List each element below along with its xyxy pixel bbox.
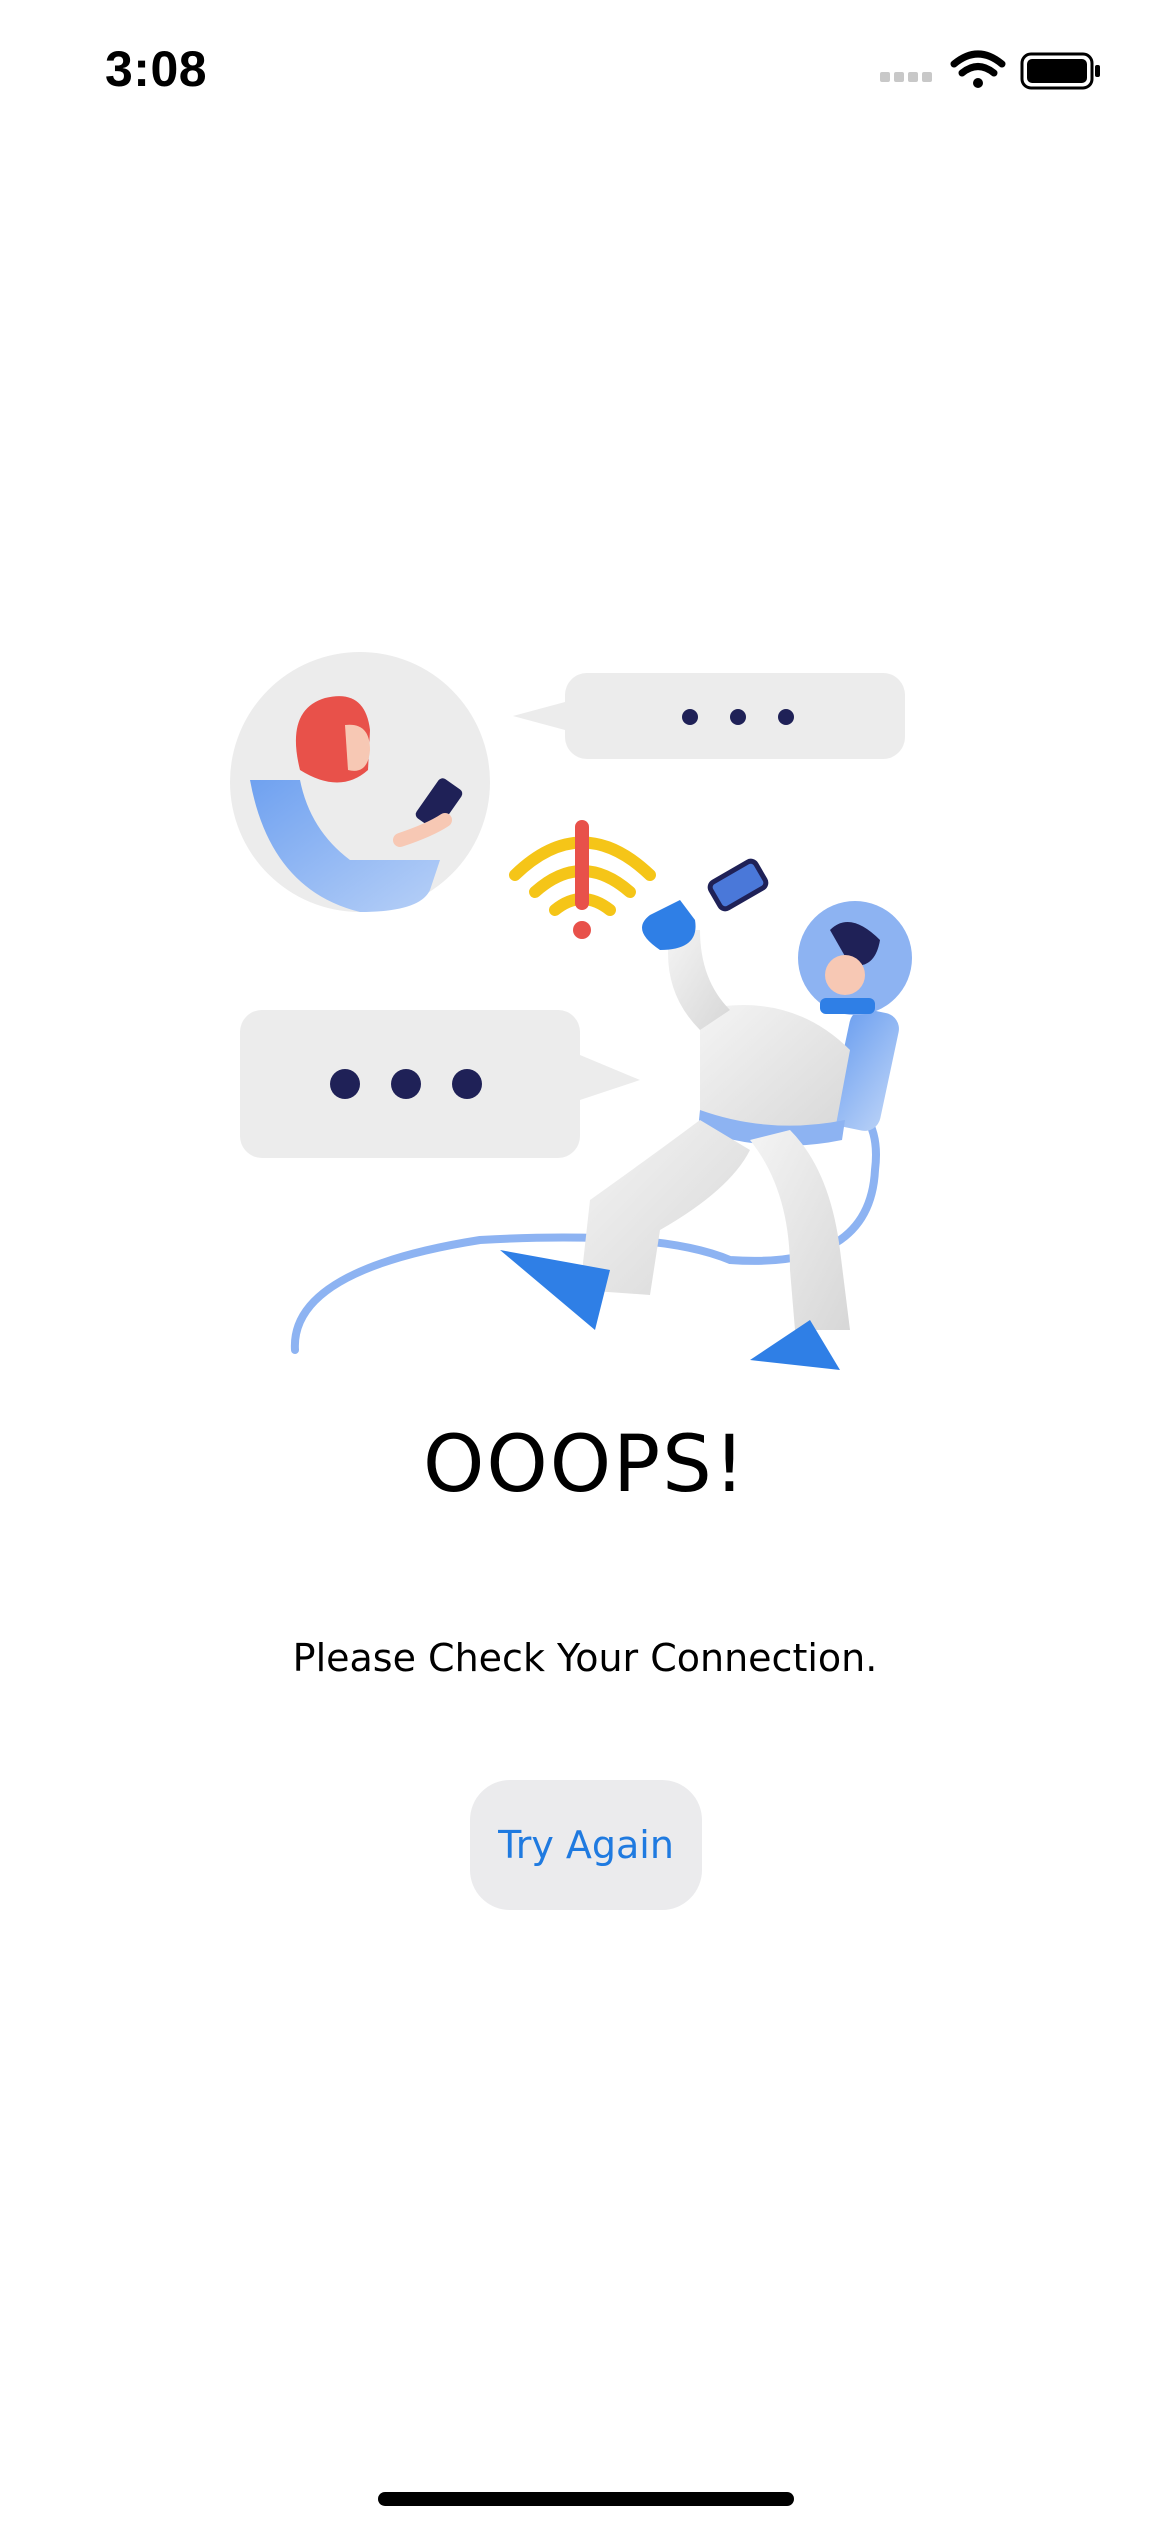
speech-bubble-bottom [240, 1010, 640, 1158]
try-again-button[interactable]: Try Again [470, 1780, 702, 1910]
wifi-warning-icon [509, 820, 656, 939]
signal-icon [880, 72, 932, 82]
battery-icon [1020, 52, 1100, 90]
status-time: 3:08 [105, 41, 208, 97]
error-message: Please Check Your Connection. [292, 1636, 878, 1680]
speech-bubble-top [513, 673, 905, 759]
status-icons [880, 50, 1120, 100]
woman-avatar [230, 652, 490, 912]
error-title: OOOPS! [423, 1420, 747, 1510]
home-indicator[interactable] [378, 2492, 794, 2506]
no-connection-illustration [230, 630, 950, 1390]
wifi-icon [950, 50, 1006, 88]
